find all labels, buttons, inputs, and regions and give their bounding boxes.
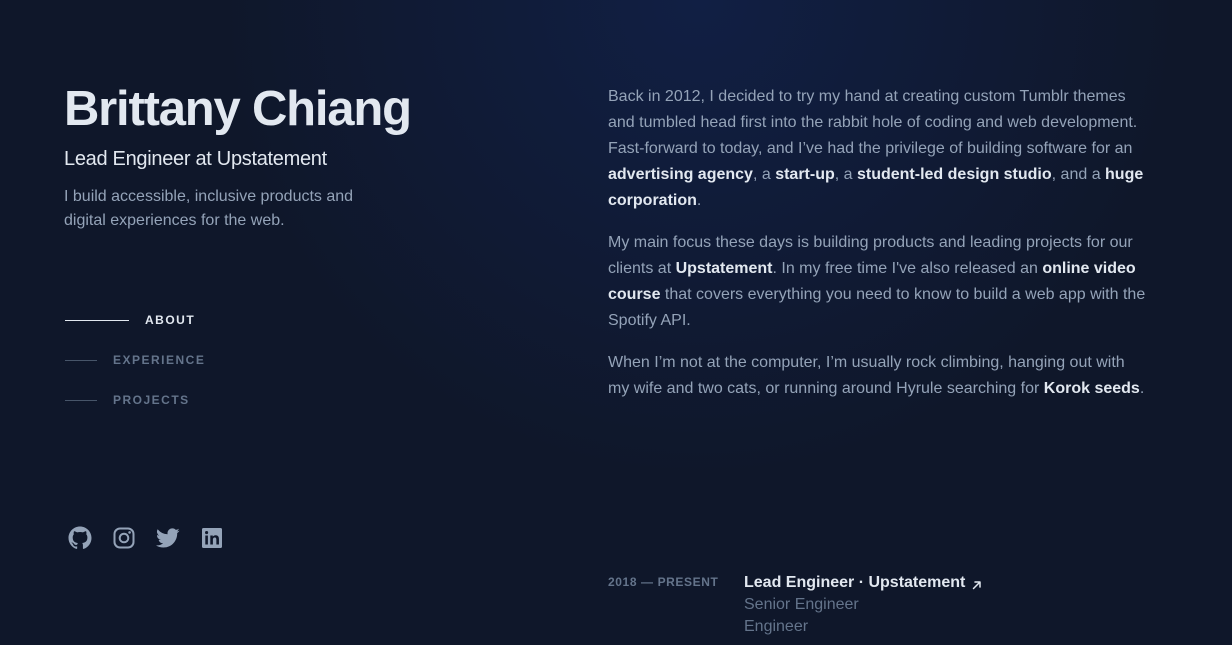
header: Brittany Chiang Lead Engineer at Upstate… [64, 80, 484, 233]
nav-indicator-line [65, 399, 97, 401]
about-section: Back in 2012, I decided to try my hand a… [608, 84, 1148, 418]
tagline: I build accessible, inclusive products a… [64, 188, 354, 229]
paragraph-text: , and a [1051, 166, 1106, 183]
experience-title-link[interactable]: Lead Engineer · Upstatement [744, 572, 983, 594]
experience-previous-title: Engineer [744, 618, 809, 635]
paragraph-text: , a [834, 166, 857, 183]
nav-item-about[interactable]: About [65, 308, 205, 332]
paragraph-text: that covers everything you need to know … [608, 286, 1146, 329]
about-paragraph-2: My main focus these days is building pro… [608, 230, 1148, 334]
experience-entry: 2018 — Present Lead Engineer · Upstateme… [608, 572, 983, 638]
experience-date: 2018 — Present [608, 575, 719, 589]
external-link-arrow-icon [971, 579, 983, 591]
link-start-up[interactable]: start-up [775, 166, 835, 183]
paragraph-text: . In my free time I've also released an [772, 260, 1043, 277]
paragraph-text: Back in 2012, I decided to try my hand a… [608, 88, 1138, 157]
nav-item-label: Projects [113, 393, 190, 407]
social-links [68, 526, 244, 550]
github-icon[interactable] [68, 526, 92, 550]
about-paragraph-3: When I’m not at the computer, I’m usuall… [608, 350, 1148, 402]
experience-title: Lead Engineer · Upstatement [744, 574, 966, 591]
link-advertising-agency[interactable]: advertising agency [608, 166, 753, 183]
twitter-icon[interactable] [156, 526, 180, 550]
nav-indicator-line [65, 319, 129, 321]
nav-item-label: About [145, 313, 196, 327]
paragraph-text: . [1139, 380, 1145, 397]
linkedin-icon[interactable] [200, 526, 224, 550]
nav-item-projects[interactable]: Projects [65, 388, 205, 412]
experience-previous-title: Senior Engineer [744, 596, 859, 613]
role-subtitle: Lead Engineer at Upstatement [64, 148, 327, 170]
instagram-icon[interactable] [112, 526, 136, 550]
paragraph-text: . [696, 192, 702, 209]
experience-details: Lead Engineer · Upstatement Senior Engin… [744, 572, 983, 638]
link-design-studio[interactable]: student-led design studio [857, 166, 1052, 183]
page-title: Brittany Chiang [64, 82, 412, 136]
about-paragraph-1: Back in 2012, I decided to try my hand a… [608, 84, 1148, 214]
nav-item-experience[interactable]: Experience [65, 348, 205, 372]
link-upstatement[interactable]: Upstatement [676, 260, 773, 277]
link-korok-seeds[interactable]: Korok seeds [1044, 380, 1140, 397]
paragraph-text: , a [752, 166, 776, 183]
nav-indicator-line [65, 359, 97, 361]
nav-item-label: Experience [113, 353, 206, 367]
section-nav: About Experience Projects [65, 308, 205, 428]
